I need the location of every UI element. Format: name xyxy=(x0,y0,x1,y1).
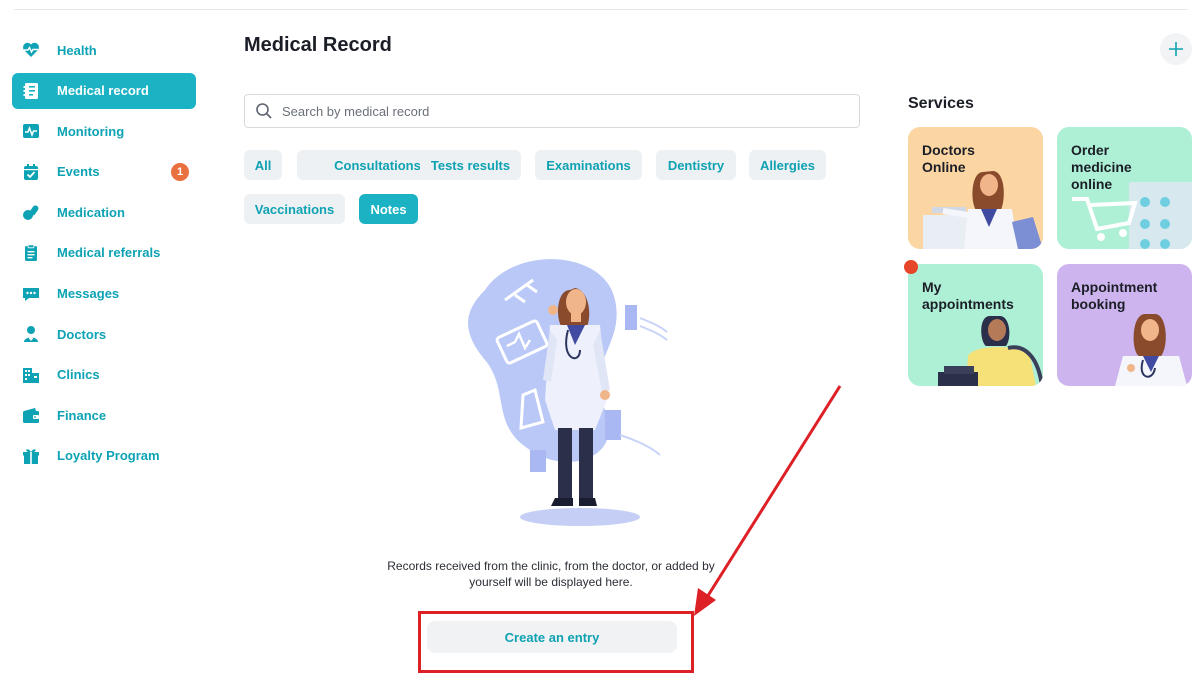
events-count-badge: 1 xyxy=(171,162,189,181)
chat-icon xyxy=(21,284,41,304)
sidebar-item-label: Monitoring xyxy=(57,123,125,139)
notebook-icon xyxy=(21,81,41,101)
sidebar-item-medical-record[interactable]: Medical record xyxy=(12,72,196,109)
sidebar-item-label: Clinics xyxy=(57,367,100,383)
sidebar-item-label: Finance xyxy=(57,407,107,423)
plus-icon xyxy=(1169,42,1183,56)
filter-chip-dentistry[interactable]: Dentistry xyxy=(656,150,736,180)
sidebar-item-label: Medical record xyxy=(57,83,149,99)
search-box xyxy=(244,94,860,128)
sidebar-item-label: Health xyxy=(57,42,97,58)
doctor-icon xyxy=(21,324,41,344)
sidebar: Health Medical record Monitoring Events … xyxy=(12,32,196,479)
pills-icon xyxy=(21,202,41,222)
sidebar-item-clinics[interactable]: Clinics xyxy=(12,357,196,393)
sidebar-item-label: Events xyxy=(57,164,100,180)
search-input[interactable] xyxy=(282,103,822,119)
service-card-title: My appointments xyxy=(922,279,1014,312)
clipboard-icon xyxy=(21,243,41,263)
sidebar-item-health[interactable]: Health xyxy=(12,32,196,68)
sidebar-item-loyalty-program[interactable]: Loyalty Program xyxy=(12,438,196,474)
sidebar-item-events[interactable]: Events 1 xyxy=(12,154,196,190)
service-card-appointment-booking[interactable]: Appointment booking xyxy=(1057,264,1192,386)
heart-pulse-icon xyxy=(21,40,41,60)
chart-monitor-icon xyxy=(21,121,41,141)
sidebar-item-medical-referrals[interactable]: Medical referrals xyxy=(12,235,196,271)
sidebar-item-label: Medication xyxy=(57,204,125,220)
sidebar-item-monitoring[interactable]: Monitoring xyxy=(12,113,196,149)
filter-chip-notes[interactable]: Notes xyxy=(359,194,418,224)
page-title: Medical Record xyxy=(244,34,392,56)
sidebar-item-doctors[interactable]: Doctors xyxy=(12,316,196,352)
service-card-doctors-online[interactable]: Doctors Online xyxy=(908,127,1043,249)
sidebar-item-label: Medical referrals xyxy=(57,245,161,261)
sidebar-item-medication[interactable]: Medication xyxy=(12,194,196,230)
notification-dot xyxy=(904,260,918,274)
filter-chip-vaccinations[interactable]: Vaccinations xyxy=(244,194,345,224)
filter-chip-all[interactable]: All xyxy=(244,150,282,180)
service-card-title: Order medicine online xyxy=(1071,142,1132,192)
sidebar-item-label: Doctors xyxy=(57,326,107,342)
top-divider xyxy=(14,9,1188,10)
service-card-title: Appointment booking xyxy=(1071,279,1158,312)
gift-icon xyxy=(21,446,41,466)
filter-chip-tests-results[interactable]: Tests results xyxy=(420,150,521,180)
doctor-illustration xyxy=(468,259,668,526)
empty-state-text: Records received from the clinic, from t… xyxy=(387,559,715,589)
sidebar-item-label: Loyalty Program xyxy=(57,448,160,464)
add-button[interactable] xyxy=(1160,33,1192,65)
sidebar-item-label: Messages xyxy=(57,286,120,302)
service-card-my-appointments[interactable]: My appointments xyxy=(908,264,1043,386)
services-title: Services xyxy=(908,95,974,112)
create-entry-button[interactable]: Create an entry xyxy=(427,621,677,653)
filter-chip-allergies[interactable]: Allergies xyxy=(749,150,826,180)
search-icon xyxy=(256,103,272,119)
building-icon xyxy=(21,365,41,385)
sidebar-item-finance[interactable]: Finance xyxy=(12,397,196,433)
filter-chip-examinations[interactable]: Examinations xyxy=(535,150,642,180)
service-card-title: Doctors Online xyxy=(922,142,975,175)
wallet-icon xyxy=(21,405,41,425)
sidebar-item-messages[interactable]: Messages xyxy=(12,276,196,312)
calendar-check-icon xyxy=(21,162,41,182)
service-card-order-medicine[interactable]: Order medicine online xyxy=(1057,127,1192,249)
